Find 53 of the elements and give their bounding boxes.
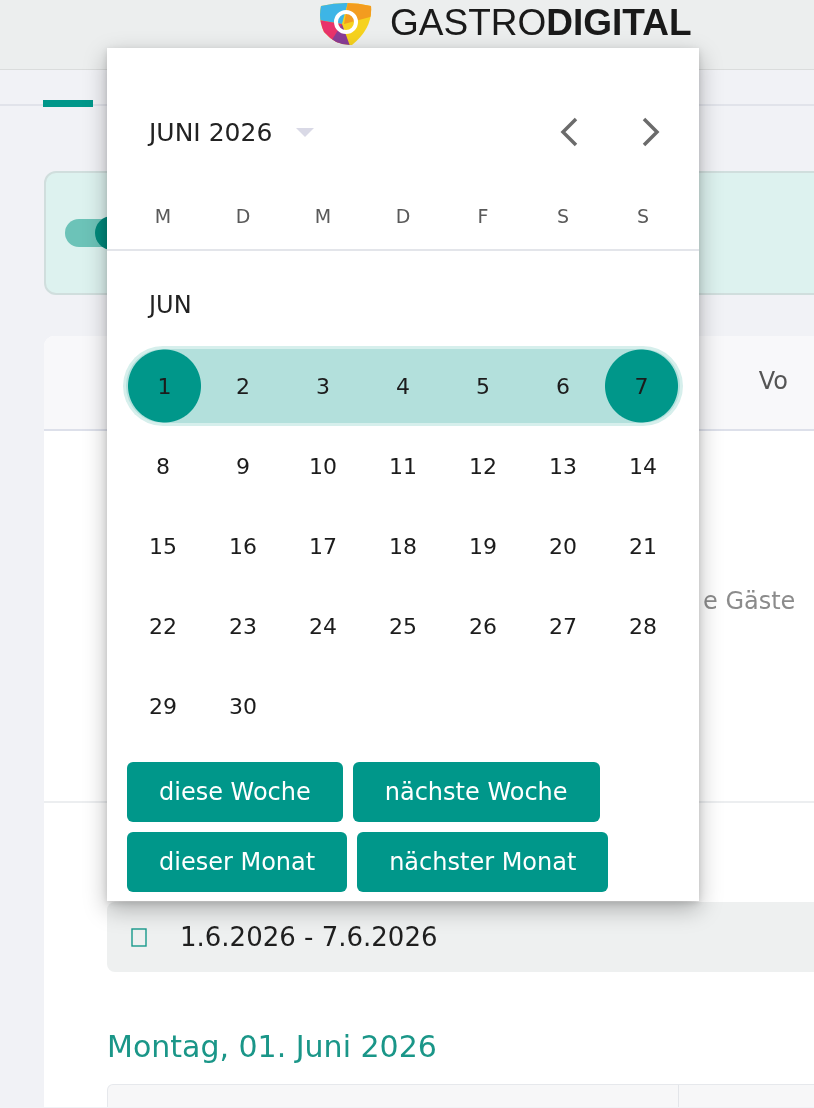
- weekday-label: S: [636, 205, 650, 227]
- calendar-day[interactable]: 30: [203, 666, 283, 746]
- calendar-day[interactable]: 6: [523, 346, 603, 426]
- shortcut-button[interactable]: nächste Woche: [352, 762, 600, 822]
- weekday-label: S: [556, 205, 570, 227]
- calendar-day[interactable]: 16: [203, 506, 283, 586]
- calendar-day[interactable]: 21: [603, 506, 683, 586]
- chevron-left-icon[interactable]: [559, 117, 579, 147]
- calendar-day[interactable]: 23: [203, 586, 283, 666]
- calendar-day[interactable]: 28: [603, 586, 683, 666]
- calendar-day[interactable]: 7: [603, 346, 683, 426]
- calendar-day[interactable]: 10: [283, 426, 363, 506]
- rectangle-icon: [131, 927, 147, 947]
- calendar-day[interactable]: 26: [443, 586, 523, 666]
- calendar-day[interactable]: 8: [123, 426, 203, 506]
- shortcut-button[interactable]: diese Woche: [127, 762, 343, 822]
- calendar-day[interactable]: 15: [123, 506, 203, 586]
- description-text: e Gäste: [703, 586, 796, 616]
- calendar-day[interactable]: 29: [123, 666, 203, 746]
- month-select[interactable]: JUNI 2026: [149, 117, 315, 147]
- month-label: JUN: [146, 290, 192, 320]
- calendar-day[interactable]: 20: [523, 506, 603, 586]
- weekday-label: M: [314, 205, 332, 227]
- weekday-label: D: [395, 205, 411, 227]
- calendar-day[interactable]: 14: [603, 426, 683, 506]
- date-range-field[interactable]: 1.6.2026 - 7.6.2026: [107, 902, 814, 972]
- calendar-day[interactable]: 17: [283, 506, 363, 586]
- calendar-day[interactable]: 18: [363, 506, 443, 586]
- logo-icon: [318, 2, 374, 46]
- calendar-day[interactable]: 2: [203, 346, 283, 426]
- calendar-day[interactable]: 22: [123, 586, 203, 666]
- day-heading: Montag, 01. Juni 2026: [107, 1029, 437, 1065]
- calendar-day[interactable]: 4: [363, 346, 443, 426]
- weekday-label: M: [154, 205, 172, 227]
- chevron-right-icon[interactable]: [641, 117, 661, 147]
- calendar-day[interactable]: 1: [123, 346, 203, 426]
- panel-tab[interactable]: Vo: [756, 363, 790, 402]
- weekday-label: D: [235, 205, 251, 227]
- calendar-day[interactable]: 5: [443, 346, 523, 426]
- shortcut-button[interactable]: nächster Monat: [357, 832, 609, 892]
- calendar-day[interactable]: 25: [363, 586, 443, 666]
- calendar-day[interactable]: 13: [523, 426, 603, 506]
- calendar-day[interactable]: 24: [283, 586, 363, 666]
- calendar-day[interactable]: 9: [203, 426, 283, 506]
- calendar-day[interactable]: 27: [523, 586, 603, 666]
- calendar-day[interactable]: 19: [443, 506, 523, 586]
- calendar-day[interactable]: 12: [443, 426, 523, 506]
- logo-text: GASTRODIGITAL: [390, 2, 692, 44]
- calendar-day[interactable]: 3: [283, 346, 363, 426]
- calendar-day[interactable]: 11: [363, 426, 443, 506]
- caret-down-icon: [296, 127, 315, 137]
- weekday-label: F: [477, 205, 489, 227]
- shortcut-button[interactable]: dieser Monat: [127, 832, 348, 892]
